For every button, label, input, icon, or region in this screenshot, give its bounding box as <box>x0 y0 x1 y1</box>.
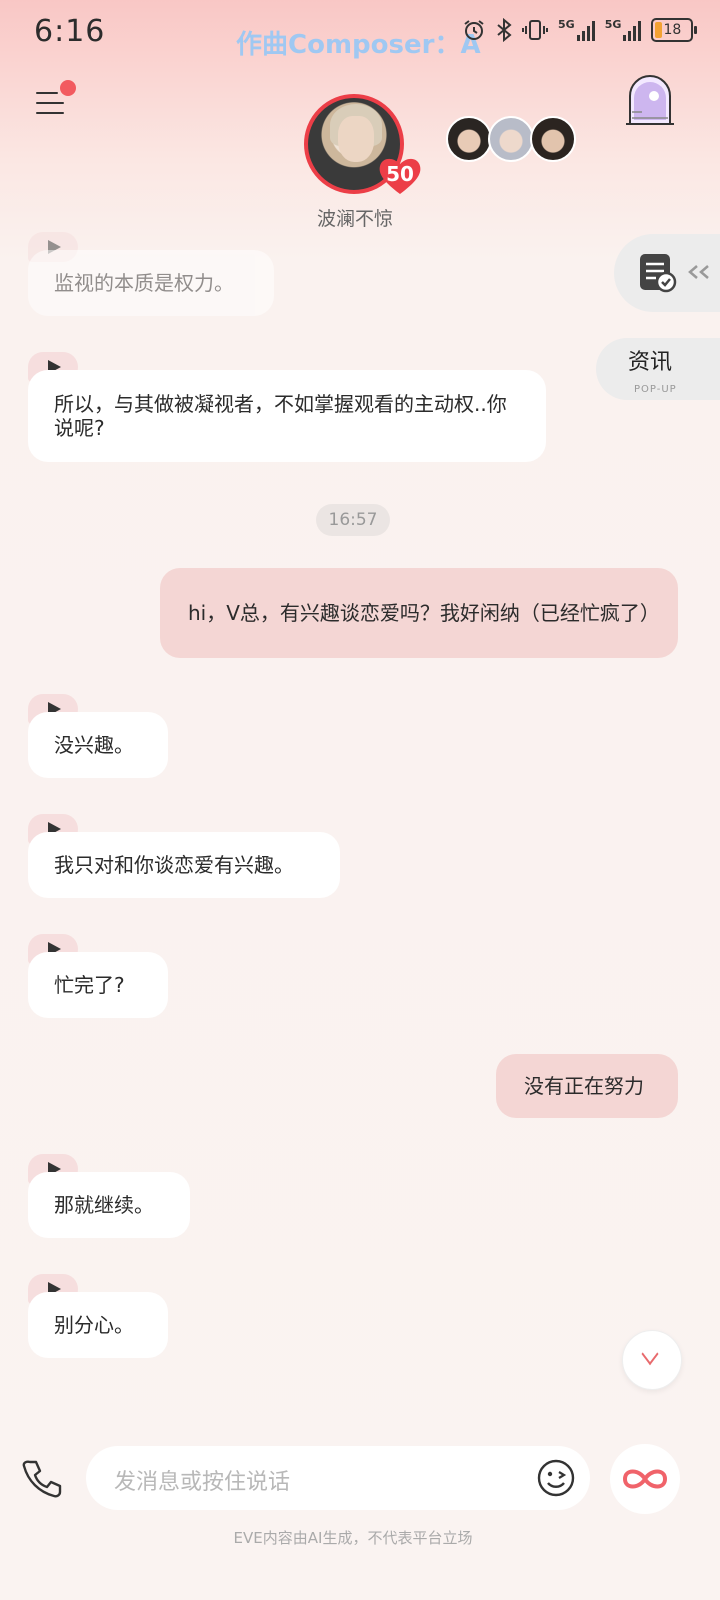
message-text: 我只对和你谈恋爱有兴趣。 <box>54 853 294 877</box>
ai-disclaimer: EVE内容由AI生成，不代表平台立场 <box>233 1529 473 1547</box>
phone-icon <box>22 1460 62 1498</box>
message-text: 别分心。 <box>54 1313 134 1337</box>
status-icons: 5G 5G 18 <box>462 18 698 42</box>
clipboard-tool-button[interactable] <box>614 234 720 312</box>
news-sublabel: POP-UP <box>634 384 677 395</box>
signal-bars-2-icon <box>623 19 642 41</box>
voice-call-button[interactable] <box>20 1456 64 1500</box>
message-text: 那就继续。 <box>54 1193 154 1217</box>
signal-bars-1-icon <box>576 19 595 41</box>
room-door-button[interactable] <box>624 74 676 128</box>
message-text: 所以，与其做被凝视者，不如掌握观看的主动权..你说呢? <box>54 392 507 440</box>
message-left: 别分心。 <box>28 1292 168 1358</box>
message-text: hi，V总，有兴趣谈恋爱吗？我好闲纳（已经忙疯了） <box>188 601 660 625</box>
status-time: 6:16 <box>34 14 106 49</box>
mini-avatar-3[interactable] <box>530 116 576 162</box>
battery-level: 18 <box>663 22 682 38</box>
infinity-feature-button[interactable] <box>610 1444 680 1514</box>
affinity-heart-badge: 50 <box>378 156 422 196</box>
message-right: 没有正在努力 <box>496 1054 678 1118</box>
character-switcher[interactable] <box>446 116 576 162</box>
alarm-icon <box>464 20 484 40</box>
mini-avatar-2[interactable] <box>488 116 534 162</box>
character-name: 波澜不惊 <box>316 208 393 230</box>
mini-avatar-1[interactable] <box>446 116 492 162</box>
message-text: 监视的本质是权力。 <box>54 271 234 295</box>
bluetooth-icon <box>497 18 512 42</box>
wink-emoji-icon <box>537 1459 575 1497</box>
emoji-button[interactable] <box>536 1458 576 1498</box>
scroll-to-bottom-button[interactable] <box>622 1330 682 1390</box>
message-input-placeholder: 发消息或按住说话 <box>114 1470 291 1495</box>
clipboard-check-icon <box>640 254 677 293</box>
infinity-icon <box>622 1469 668 1489</box>
message-text: 忙完了? <box>54 973 125 997</box>
message-left: 没兴趣。 <box>28 712 168 778</box>
notification-dot <box>60 80 76 96</box>
timestamp-divider: 16:57 <box>316 504 390 536</box>
news-button[interactable]: 资讯 POP-UP <box>596 338 720 400</box>
signal-5g-label: 5G <box>558 18 575 31</box>
message-left: 监视的本质是权力。 <box>28 250 274 316</box>
news-label: 资讯 <box>628 350 673 375</box>
menu-button[interactable] <box>36 80 76 120</box>
battery-icon: 18 <box>651 18 698 42</box>
vibrate-icon <box>522 20 548 40</box>
message-left: 那就继续。 <box>28 1172 190 1238</box>
affinity-level: 50 <box>386 162 414 186</box>
message-left: 我只对和你谈恋爱有兴趣。 <box>28 832 340 898</box>
message-left: 所以，与其做被凝视者，不如掌握观看的主动权..你说呢? <box>28 370 546 462</box>
message-text: 没兴趣。 <box>54 733 134 757</box>
message-input[interactable]: 发消息或按住说话 <box>86 1446 590 1510</box>
message-right: hi，V总，有兴趣谈恋爱吗？我好闲纳（已经忙疯了） <box>160 568 678 658</box>
signal-5g-label-2: 5G <box>604 18 622 31</box>
collapse-arrows-icon <box>688 265 709 279</box>
message-text: 没有正在努力 <box>524 1074 644 1098</box>
message-left: 忙完了? <box>28 952 168 1018</box>
now-playing-text: 作曲Composer：A <box>236 30 481 60</box>
